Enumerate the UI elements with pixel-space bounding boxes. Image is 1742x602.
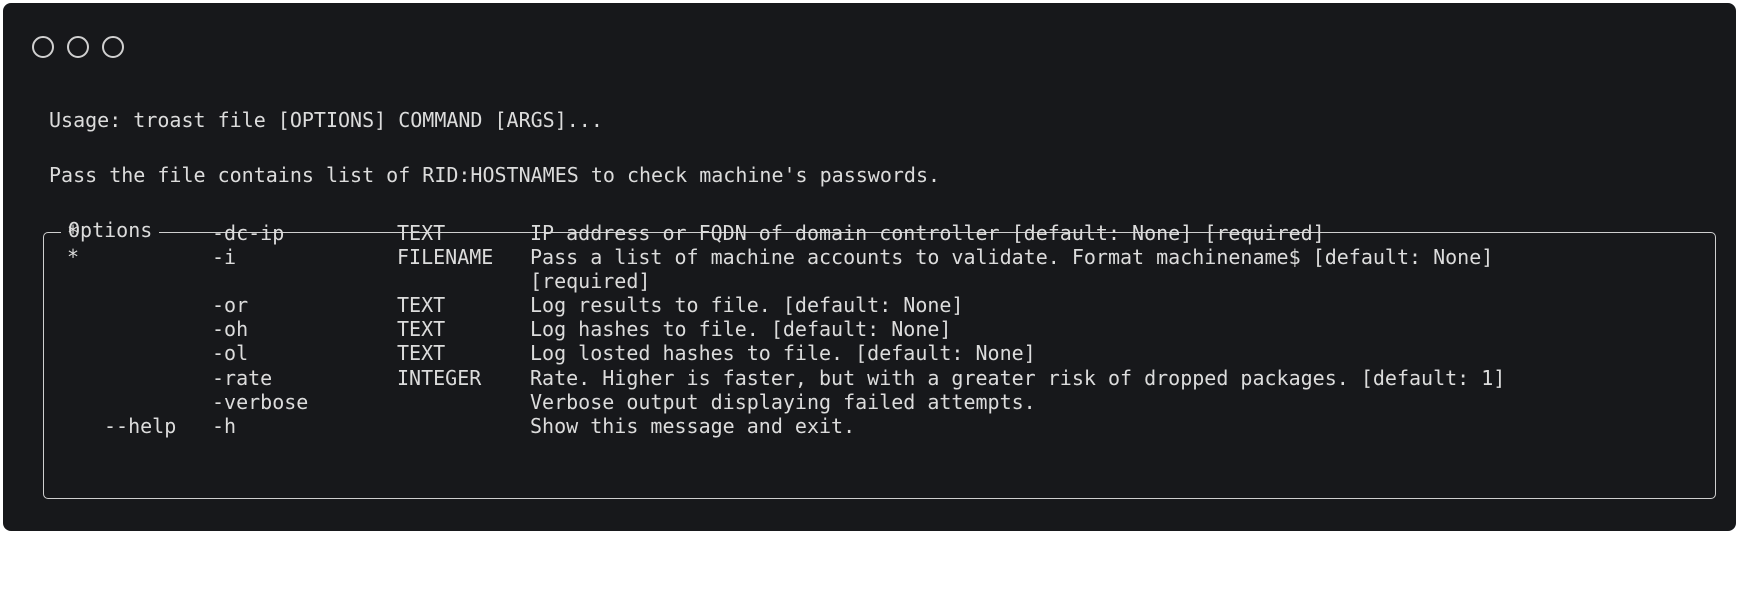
option-type: FILENAME xyxy=(397,245,494,269)
option-row-ol: -ol TEXT Log losted hashes to file. [def… xyxy=(44,340,1715,367)
option-type: TEXT xyxy=(397,341,446,365)
option-type: TEXT xyxy=(397,293,446,317)
required-marker: * xyxy=(67,221,80,245)
option-flag: -dc-ip xyxy=(212,221,285,245)
option-row-verbose: -verbose Verbose output displaying faile… xyxy=(44,389,1715,416)
option-row-or: -or TEXT Log results to file. [default: … xyxy=(44,292,1715,319)
option-row-rate: -rate INTEGER Rate. Higher is faster, bu… xyxy=(44,365,1715,392)
minimize-circle-icon[interactable] xyxy=(67,36,89,58)
option-type: TEXT xyxy=(397,317,446,341)
option-flag: -oh xyxy=(212,317,249,341)
option-row-help: --help -h Show this message and exit. xyxy=(44,413,1715,440)
window-controls xyxy=(32,36,124,58)
option-row-oh: -oh TEXT Log hashes to file. [default: N… xyxy=(44,316,1715,343)
option-flag: -ol xyxy=(212,341,249,365)
option-description: Rate. Higher is faster, but with a great… xyxy=(530,366,1506,390)
close-circle-icon[interactable] xyxy=(32,36,54,58)
option-description: Log hashes to file. [default: None] xyxy=(530,317,952,341)
option-type: TEXT xyxy=(397,221,446,245)
description-line: Pass the file contains list of RID:HOSTN… xyxy=(49,163,941,187)
options-panel: Options * -dc-ip TEXT IP address or FQDN… xyxy=(43,217,1716,499)
option-description: Show this message and exit. xyxy=(530,414,856,438)
option-long-flag: --help xyxy=(104,414,177,438)
option-description: Verbose output displaying failed attempt… xyxy=(530,390,1036,414)
option-flag: -or xyxy=(212,293,249,317)
usage-line: Usage: troast file [OPTIONS] COMMAND [AR… xyxy=(49,108,603,132)
maximize-circle-icon[interactable] xyxy=(102,36,124,58)
option-flag: -verbose xyxy=(212,390,309,414)
option-row-dc-ip: * -dc-ip TEXT IP address or FQDN of doma… xyxy=(44,220,1715,247)
option-flag: -rate xyxy=(212,366,273,390)
option-row-i: * -i FILENAME Pass a list of machine acc… xyxy=(44,244,1715,293)
terminal-window: Usage: troast file [OPTIONS] COMMAND [AR… xyxy=(3,3,1736,531)
option-type: INTEGER xyxy=(397,366,482,390)
required-marker: * xyxy=(67,245,80,269)
option-flag: -h xyxy=(212,414,237,438)
option-flag: -i xyxy=(212,245,237,269)
option-description: IP address or FQDN of domain controller … xyxy=(530,221,1325,245)
option-description: Pass a list of machine accounts to valid… xyxy=(530,245,1494,269)
option-description: Log losted hashes to file. [default: Non… xyxy=(530,341,1036,365)
option-description: Log results to file. [default: None] xyxy=(530,293,964,317)
option-description-continued: [required] xyxy=(530,269,651,293)
